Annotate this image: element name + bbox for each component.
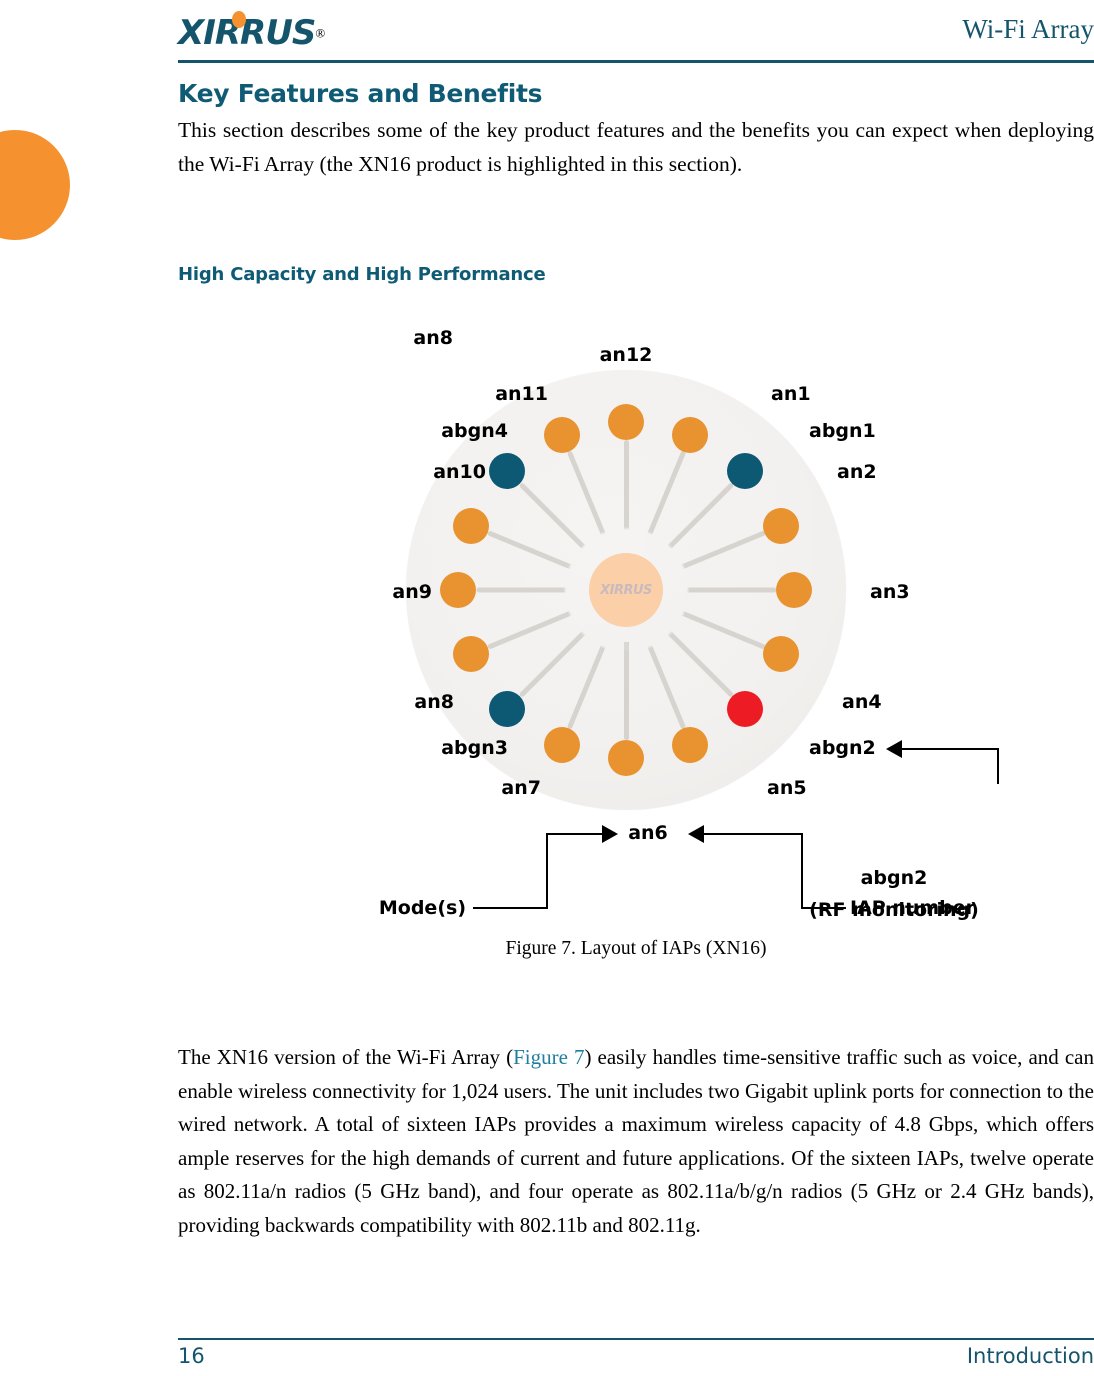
figure-caption: Figure 7. Layout of IAPs (XN16) (505, 938, 767, 959)
callout-leader-modes-horizontal (546, 833, 604, 835)
figure-label-an12: an12 (599, 344, 653, 366)
figure-iap-layout: XIRRUS an12 an11 abgn4 an10 an9 an8 an8 … (178, 327, 1094, 1018)
array-hub: XIRRUS (589, 553, 663, 627)
intro-paragraph: This section describes some of the key p… (178, 118, 1094, 176)
iap-dot-an2 (763, 507, 800, 544)
section-subtitle: High Capacity and High Performance (178, 264, 546, 285)
iap-dot-an7 (543, 727, 580, 764)
header-title: Wi-Fi Array (962, 14, 1094, 44)
iap-dot-an8 (452, 636, 489, 673)
figure-label-an1: an1 (771, 383, 811, 405)
iap-dot-an6 (608, 740, 644, 776)
figure-label-abgn1: abgn1 (809, 420, 876, 442)
body-paragraph-2-part1: The XN16 version of the Wi-Fi Array ( (178, 1045, 514, 1069)
callout-arrow-modes-icon (602, 825, 618, 843)
iap-dot-an1 (672, 416, 709, 453)
footer-chapter: Introduction (966, 1344, 1094, 1368)
xirrus-logo: XIRRUS® (178, 11, 388, 54)
figure-label-an10: an10 (433, 461, 486, 483)
callout-leader-iap-vertical (801, 833, 803, 909)
iap-dot-an9 (440, 572, 476, 608)
body-paragraph-2-part2: ) easily handles time-sensitive traffic … (178, 1045, 1094, 1237)
callout-leader-iap-horizontal (704, 833, 803, 835)
page-header: XIRRUS® Wi-Fi Array (178, 0, 1094, 62)
figure-label-abgn3: abgn3 (441, 737, 508, 759)
figure-label-abgn4: abgn4 (441, 420, 508, 442)
iap-dot-abgn1 (726, 453, 763, 490)
callout-modes: Mode(s) (378, 897, 466, 919)
figure-label-an11: an11 (495, 383, 548, 405)
figure-label-an4: an4 (842, 691, 882, 713)
iap-dot-an10 (452, 507, 489, 544)
callout-leader-rf-horizontal (902, 748, 999, 750)
figure-label-an8: an8 (414, 691, 454, 713)
callout-leader-modes-vertical (546, 833, 548, 909)
hub-logo-text: XIRRUS (600, 582, 652, 598)
callout-iap-number: IAP number (850, 897, 976, 919)
figure-label-abgn2: abgn2 (809, 737, 876, 759)
footer-page-number: 16 (178, 1344, 205, 1368)
iap-dot-an11 (543, 416, 580, 453)
figure-label-an5: an5 (767, 777, 807, 799)
margin-tab-marker (0, 130, 70, 240)
header-divider (178, 60, 1094, 63)
callout-arrow-iap-number-icon (688, 825, 704, 843)
iap-dot-an4 (763, 636, 800, 673)
iap-dot-an5 (672, 727, 709, 764)
figure-7-link[interactable]: Figure 7 (513, 1045, 584, 1069)
figure-label-an9: an9 (392, 581, 432, 603)
iap-dot-abgn2 (726, 690, 763, 727)
xirrus-logo-text: XIRRUS (178, 13, 316, 53)
figure-label-an3: an3 (870, 581, 910, 603)
callout-arrow-rf-monitoring-icon (886, 740, 902, 758)
logo-orange-dot-icon (232, 11, 246, 28)
page-title: Key Features and Benefits (178, 79, 543, 108)
registered-trademark-icon: ® (315, 25, 326, 41)
callout-rf-monitoring-line1: abgn2 (860, 867, 928, 889)
page-footer: 16 Introduction (178, 1344, 1094, 1376)
document-page: XIRRUS® Wi-Fi Array Key Features and Ben… (0, 0, 1094, 1376)
footer-divider (178, 1338, 1094, 1340)
figure-label-an2: an2 (837, 461, 877, 483)
figure-label-an6: an6 (628, 822, 668, 844)
iap-dot-an12 (608, 404, 644, 440)
callout-leader-iap-bottom (801, 907, 846, 909)
figure-label-an7: an7 (501, 777, 541, 799)
callout-leader-modes-bottom (473, 907, 548, 909)
callout-leader-rf-vertical (997, 748, 999, 784)
page-content: Key Features and Benefits This section d… (178, 78, 1094, 1237)
body-paragraph-2: The XN16 version of the Wi-Fi Array (Fig… (178, 1041, 1094, 1242)
iap-dot-abgn3 (489, 690, 526, 727)
iap-dot-an3 (776, 572, 812, 608)
